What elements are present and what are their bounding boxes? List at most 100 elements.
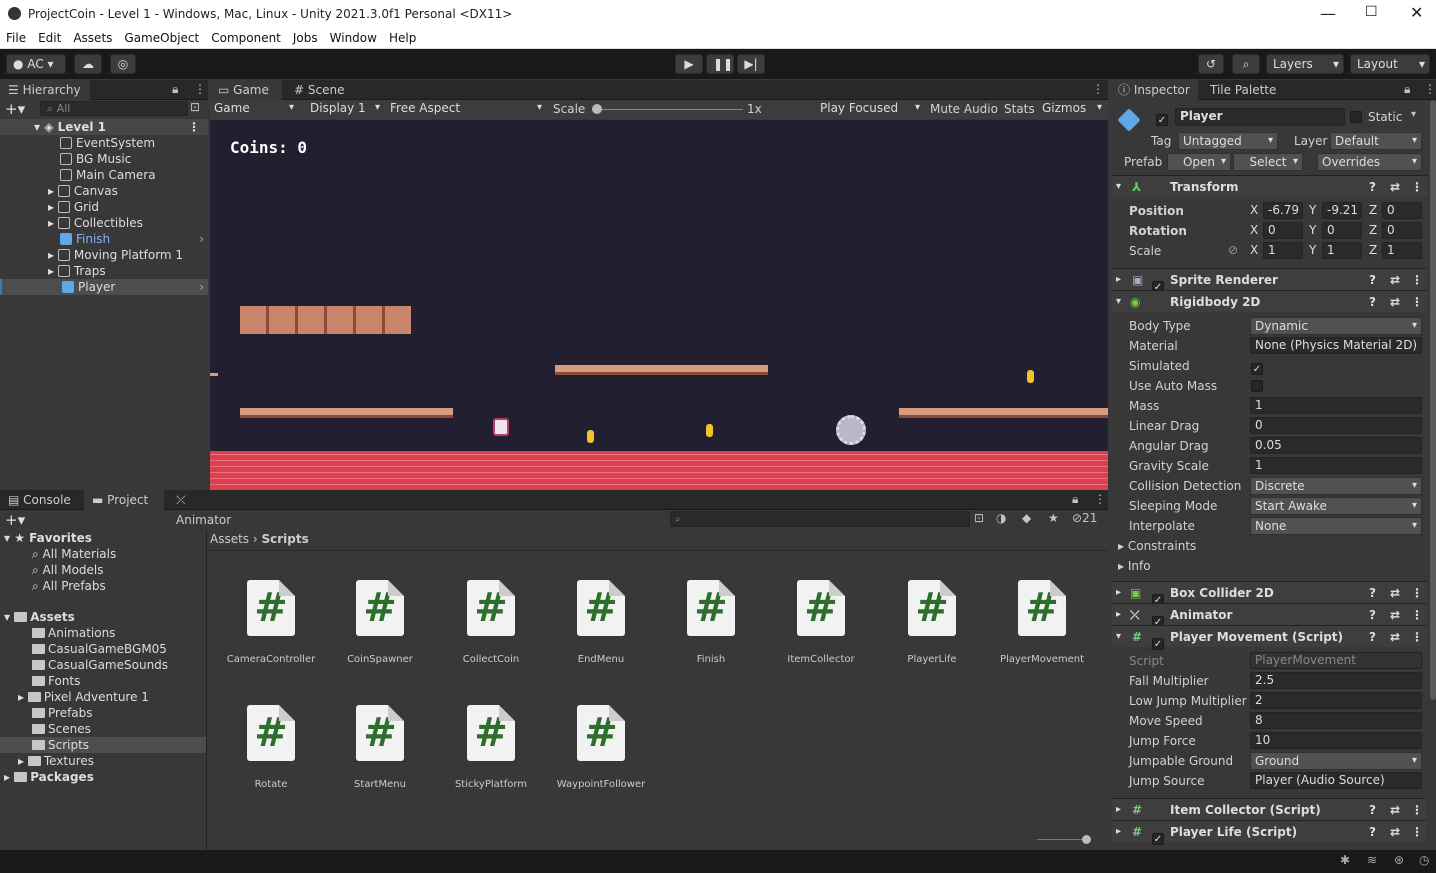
display-dropdown[interactable]: Display 1 [306, 100, 384, 118]
script-asset[interactable]: # CameraController [221, 580, 321, 665]
folder-item[interactable]: Scenes [32, 721, 91, 737]
help-icon[interactable]: ? [1369, 821, 1376, 843]
tab-scene[interactable]: # Scene [286, 80, 356, 100]
game-viewport[interactable]: Coins: 0 [210, 120, 1108, 490]
menu-assets[interactable]: Assets [67, 28, 118, 45]
static-dropdown-icon[interactable]: ▾ [1411, 109, 1416, 120]
help-icon[interactable]: ? [1369, 269, 1376, 291]
position-z-field[interactable]: 0 [1382, 202, 1422, 219]
hierarchy-item[interactable]: ▸ Grid [0, 199, 208, 215]
rigidbody-header[interactable]: ▾ ◉ Rigidbody 2D ? ⇄ ⋮ [1112, 290, 1427, 312]
hierarchy-item[interactable]: Finish › [0, 231, 208, 247]
search-icon[interactable]: ⌕ [1232, 54, 1260, 74]
play-focused-dropdown[interactable]: Play Focused [816, 100, 924, 118]
kebab-menu-icon[interactable]: ⋮ [1094, 492, 1106, 506]
help-icon[interactable]: ? [1369, 626, 1376, 648]
packages-header[interactable]: ▸ Packages [4, 769, 94, 785]
use-auto-mass-checkbox[interactable] [1251, 379, 1263, 393]
kebab-menu-icon[interactable]: ⋮ [1411, 291, 1423, 313]
tab-tile-palette[interactable]: Tile Palette [1202, 80, 1292, 100]
help-icon[interactable]: ? [1369, 291, 1376, 313]
account-dropdown[interactable]: ● AC ▾ [6, 54, 66, 74]
scale-slider-knob[interactable] [592, 104, 602, 114]
constrain-proportions-icon[interactable]: ⊘ [1228, 243, 1238, 257]
script-asset[interactable]: # PlayerLife [882, 580, 982, 665]
tab-console[interactable]: ▤ Console [0, 490, 84, 510]
help-icon[interactable]: ? [1369, 604, 1376, 626]
menu-edit[interactable]: Edit [32, 28, 67, 45]
preset-icon[interactable]: ⇄ [1390, 604, 1400, 626]
cloud-icon[interactable]: ☁ [74, 54, 102, 74]
scene-row[interactable]: ▾ ◈ Level 1 ⋮ [0, 119, 208, 135]
tag-icon[interactable]: ◆ [1022, 511, 1031, 525]
script-asset[interactable]: # Rotate [221, 705, 321, 790]
preset-icon[interactable]: ⇄ [1390, 269, 1400, 291]
gizmos-dropdown[interactable]: Gizmos [1038, 100, 1106, 118]
lock-icon[interactable]: 🔒︎ [1072, 492, 1078, 507]
collision-detection-dropdown[interactable]: Discrete [1250, 477, 1422, 495]
prefab-open-button[interactable]: Open [1167, 153, 1231, 171]
transform-header[interactable]: ▾ ⅄ Transform ? ⇄ ⋮ [1112, 175, 1427, 197]
kebab-menu-icon[interactable]: ⋮ [1411, 626, 1423, 648]
menu-help[interactable]: Help [383, 28, 422, 45]
prefab-select-button[interactable]: Select [1233, 153, 1303, 171]
scale-slider[interactable] [593, 109, 743, 110]
jump-source-field[interactable]: Player (Audio Source) [1250, 772, 1422, 789]
scale-y-field[interactable]: 1 [1322, 242, 1362, 259]
static-checkbox[interactable] [1350, 110, 1362, 124]
debug-icon[interactable]: ✱ [1340, 853, 1350, 867]
material-field[interactable]: None (Physics Material 2D) [1250, 337, 1422, 354]
jump-force-field[interactable]: 10 [1250, 732, 1422, 749]
box-collider-header[interactable]: ▸ ▣ ✓ Box Collider 2D ? ⇄ ⋮ [1112, 581, 1427, 606]
player-movement-header[interactable]: ▾ # ✓ Player Movement (Script) ? ⇄ ⋮ [1112, 625, 1427, 650]
tab-inspector[interactable]: ⓘ Inspector [1110, 80, 1198, 100]
sprite-renderer-header[interactable]: ▸ ▣ ✓ Sprite Renderer ? ⇄ ⋮ [1112, 268, 1427, 293]
auto-refresh-icon[interactable]: ⊛ [1394, 853, 1404, 867]
cache-icon[interactable]: ≋ [1367, 853, 1377, 867]
object-name-input[interactable]: Player [1175, 108, 1345, 126]
maximize-button[interactable]: ☐ [1365, 4, 1378, 20]
kebab-menu-icon[interactable]: ⋮ [1411, 604, 1423, 626]
menu-window[interactable]: Window [324, 28, 383, 45]
low-jump-multiplier-field[interactable]: 2 [1250, 692, 1422, 709]
folder-item-selected[interactable]: Scripts [0, 737, 206, 753]
folder-item[interactable]: ▸ Textures [18, 753, 94, 769]
project-search-input[interactable]: ⌕ [670, 511, 970, 527]
prefab-overrides-dropdown[interactable]: Overrides [1317, 153, 1422, 171]
hierarchy-item[interactable]: ▸ Collectibles [0, 215, 208, 231]
constraints-foldout[interactable]: ▸ Constraints [1118, 538, 1196, 554]
folder-item[interactable]: Fonts [32, 673, 80, 689]
script-asset[interactable]: # PlayerMovement [992, 580, 1092, 665]
help-icon[interactable]: ? [1369, 176, 1376, 198]
gravity-scale-field[interactable]: 1 [1250, 457, 1422, 474]
preset-icon[interactable]: ⇄ [1390, 582, 1400, 604]
favorite-item[interactable]: ⌕ All Prefabs [32, 578, 106, 594]
mute-audio-toggle[interactable]: Mute Audio [930, 101, 998, 117]
menu-file[interactable]: File [0, 28, 32, 45]
favorite-item[interactable]: ⌕ All Models [32, 562, 104, 578]
script-asset[interactable]: # Finish [661, 580, 761, 665]
position-y-field[interactable]: -9.21 [1322, 202, 1362, 219]
script-asset[interactable]: # ItemCollector [771, 580, 871, 665]
layers-dropdown[interactable]: Layers ▾ [1266, 54, 1344, 74]
favorite-star-icon[interactable]: ★ [1048, 511, 1059, 525]
kebab-menu-icon[interactable]: ⋮ [1411, 821, 1423, 843]
lock-icon[interactable]: 🔒︎ [1404, 82, 1410, 97]
tab-hierarchy[interactable]: ☰ Hierarchy [0, 80, 90, 100]
preset-icon[interactable]: ⇄ [1390, 176, 1400, 198]
preset-icon[interactable]: ⇄ [1390, 799, 1400, 821]
help-icon[interactable]: ? [1369, 582, 1376, 604]
rotation-x-field[interactable]: 0 [1263, 222, 1303, 239]
kebab-menu-icon[interactable]: ⋮ [194, 82, 206, 96]
active-checkbox[interactable]: ✓ [1156, 110, 1168, 126]
kebab-menu-icon[interactable]: ⋮ [1092, 82, 1104, 96]
folder-item[interactable]: ▸ Pixel Adventure 1 [18, 689, 149, 705]
hierarchy-item[interactable]: ▸ Moving Platform 1 [0, 247, 208, 263]
body-type-dropdown[interactable]: Dynamic [1250, 317, 1422, 335]
menu-jobs[interactable]: Jobs [287, 28, 324, 45]
angular-drag-field[interactable]: 0.05 [1250, 437, 1422, 454]
sleeping-mode-dropdown[interactable]: Start Awake [1250, 497, 1422, 515]
breadcrumb-assets[interactable]: Assets [210, 532, 249, 546]
tab-animator[interactable]: ⤫ Animator [168, 490, 252, 527]
folder-item[interactable]: CasualGameBGM05 [32, 641, 167, 657]
